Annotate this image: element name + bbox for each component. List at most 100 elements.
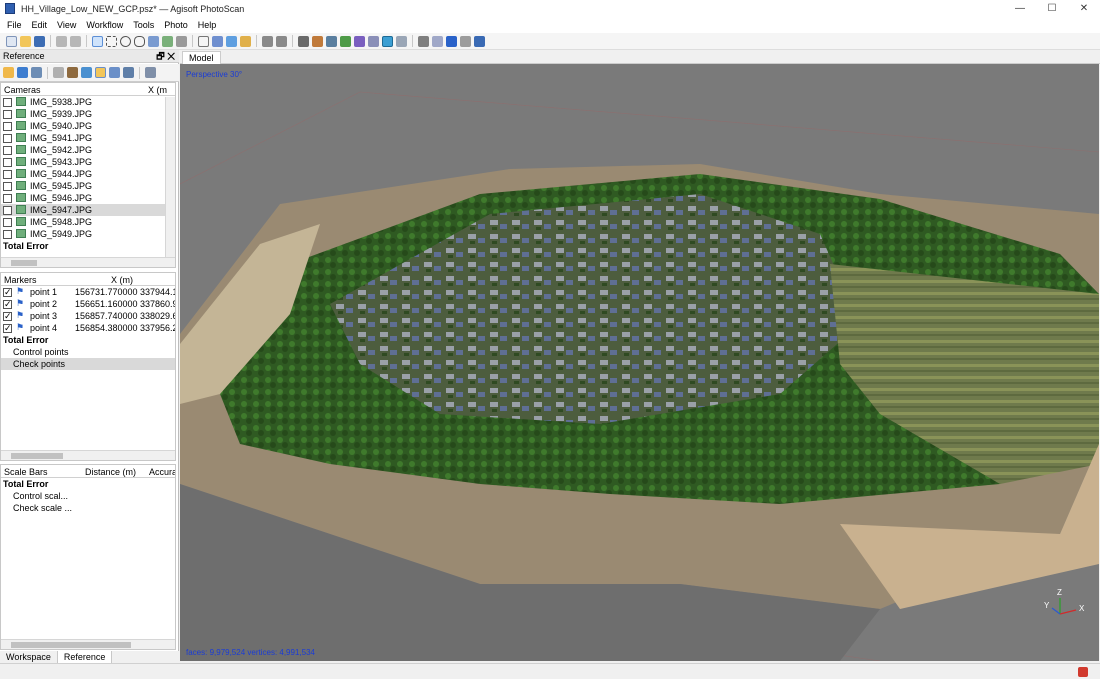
model-textured-icon[interactable]: [382, 35, 393, 47]
model-viewport[interactable]: Z X Y Perspective 30° faces: 9,979,524 v…: [180, 64, 1099, 661]
rectangle-selection-icon[interactable]: [106, 35, 117, 47]
marker-checkbox[interactable]: [3, 286, 12, 298]
update-icon[interactable]: [81, 67, 92, 78]
camera-checkbox[interactable]: [3, 206, 12, 215]
camera-row[interactable]: IMG_5945.JPG: [1, 180, 175, 192]
camera-checkbox[interactable]: [3, 158, 12, 167]
resize-region-icon[interactable]: [162, 35, 173, 47]
camera-row[interactable]: IMG_5940.JPG: [1, 120, 175, 132]
menu-workflow[interactable]: Workflow: [81, 20, 128, 30]
camera-checkbox[interactable]: [3, 218, 12, 227]
tiled-model-icon[interactable]: [396, 35, 407, 47]
menu-photo[interactable]: Photo: [159, 20, 193, 30]
cameras-x-column[interactable]: X (m: [148, 83, 167, 97]
camera-row[interactable]: IMG_5942.JPG: [1, 144, 175, 156]
camera-checkbox[interactable]: [3, 110, 12, 119]
menu-tools[interactable]: Tools: [128, 20, 159, 30]
markers-column-label[interactable]: Markers: [4, 273, 37, 287]
delete-selection-icon[interactable]: [262, 35, 273, 47]
marker-checkbox[interactable]: [3, 310, 12, 322]
move-region-icon[interactable]: [148, 35, 159, 47]
cameras-vertical-scrollbar[interactable]: [165, 97, 175, 257]
free-form-selection-icon[interactable]: [134, 35, 145, 47]
camera-checkbox[interactable]: [3, 182, 12, 191]
check-points-row[interactable]: Check points: [1, 358, 175, 370]
cameras-column-label[interactable]: Cameras: [4, 83, 41, 97]
accuracy-column[interactable]: Accurac: [149, 465, 175, 479]
tab-model[interactable]: Model: [182, 51, 221, 64]
calculator-icon[interactable]: [53, 67, 64, 78]
camera-row[interactable]: IMG_5941.JPG: [1, 132, 175, 144]
undo-icon[interactable]: [56, 35, 67, 47]
menu-edit[interactable]: Edit: [27, 20, 53, 30]
camera-checkbox[interactable]: [3, 170, 12, 179]
navigation-icon[interactable]: [92, 35, 103, 47]
dense-cloud-icon[interactable]: [312, 35, 323, 47]
minimize-button[interactable]: —: [1004, 0, 1036, 17]
ruler-icon[interactable]: [240, 35, 251, 47]
model-solid-icon[interactable]: [354, 35, 365, 47]
marker-checkbox[interactable]: [3, 322, 12, 334]
camera-row[interactable]: IMG_5949.JPG: [1, 228, 175, 240]
import-icon[interactable]: [3, 67, 14, 78]
tab-workspace[interactable]: Workspace: [0, 651, 58, 663]
camera-checkbox[interactable]: [3, 122, 12, 131]
camera-row[interactable]: IMG_5944.JPG: [1, 168, 175, 180]
check-scale-bars-row[interactable]: Check scale ...: [1, 502, 175, 514]
marker-row[interactable]: ⚑ point 4 156854.380000337956.2(: [1, 322, 175, 334]
dense-cloud-classes-icon[interactable]: [326, 35, 337, 47]
scale-bars-horizontal-scrollbar[interactable]: [1, 639, 175, 649]
view-estimated-icon[interactable]: [109, 67, 120, 78]
camera-checkbox[interactable]: [3, 146, 12, 155]
control-scale-bars-row[interactable]: Control scal...: [1, 490, 175, 502]
panel-float-close-icon[interactable]: 🗗 ✕: [156, 50, 175, 63]
menu-file[interactable]: File: [2, 20, 27, 30]
open-icon[interactable]: [20, 35, 31, 47]
camera-checkbox[interactable]: [3, 194, 12, 203]
add-marker-icon[interactable]: [198, 35, 209, 47]
camera-row[interactable]: IMG_5946.JPG: [1, 192, 175, 204]
camera-checkbox[interactable]: [3, 134, 12, 143]
status-warning-icon[interactable]: [1078, 667, 1088, 677]
camera-row[interactable]: IMG_5947.JPG: [1, 204, 175, 216]
view-source-icon[interactable]: [95, 67, 106, 78]
save-icon[interactable]: [34, 35, 45, 47]
new-icon[interactable]: [6, 35, 17, 47]
show-shapes-icon[interactable]: [432, 35, 443, 47]
scale-bars-column-label[interactable]: Scale Bars: [4, 465, 48, 479]
show-markers-icon[interactable]: [446, 35, 457, 47]
convert-icon[interactable]: [31, 67, 42, 78]
maximize-button[interactable]: ☐: [1036, 0, 1068, 17]
menu-view[interactable]: View: [52, 20, 81, 30]
camera-checkbox[interactable]: [3, 98, 12, 107]
point-cloud-icon[interactable]: [298, 35, 309, 47]
view-errors-icon[interactable]: [123, 67, 134, 78]
marker-row[interactable]: ⚑ point 1 156731.770000337944.1(: [1, 286, 175, 298]
model-wireframe-icon[interactable]: [368, 35, 379, 47]
draw-polygon-icon[interactable]: [226, 35, 237, 47]
camera-row[interactable]: IMG_5938.JPG: [1, 96, 175, 108]
control-points-row[interactable]: Control points: [1, 346, 175, 358]
distance-column[interactable]: Distance (m): [85, 465, 136, 479]
close-button[interactable]: ✕: [1068, 0, 1100, 17]
menu-help[interactable]: Help: [193, 20, 222, 30]
rotate-region-icon[interactable]: [176, 35, 187, 47]
camera-checkbox[interactable]: [3, 230, 12, 239]
markers-horizontal-scrollbar[interactable]: [1, 450, 175, 460]
marker-row[interactable]: ⚑ point 3 156857.740000338029.6(: [1, 310, 175, 322]
marker-row[interactable]: ⚑ point 2 156651.160000337860.9!: [1, 298, 175, 310]
redo-icon[interactable]: [70, 35, 81, 47]
show-region-icon[interactable]: [460, 35, 471, 47]
markers-x-column[interactable]: X (m): [111, 273, 133, 287]
reset-view-icon[interactable]: [474, 35, 485, 47]
camera-row[interactable]: IMG_5948.JPG: [1, 216, 175, 228]
circle-selection-icon[interactable]: [120, 35, 131, 47]
camera-row[interactable]: IMG_5943.JPG: [1, 156, 175, 168]
tab-reference[interactable]: Reference: [57, 651, 113, 663]
cameras-horizontal-scrollbar[interactable]: [1, 257, 175, 267]
settings-icon[interactable]: [145, 67, 156, 78]
show-cameras-icon[interactable]: [418, 35, 429, 47]
optimize-icon[interactable]: [67, 67, 78, 78]
marker-checkbox[interactable]: [3, 298, 12, 310]
camera-row[interactable]: IMG_5939.JPG: [1, 108, 175, 120]
